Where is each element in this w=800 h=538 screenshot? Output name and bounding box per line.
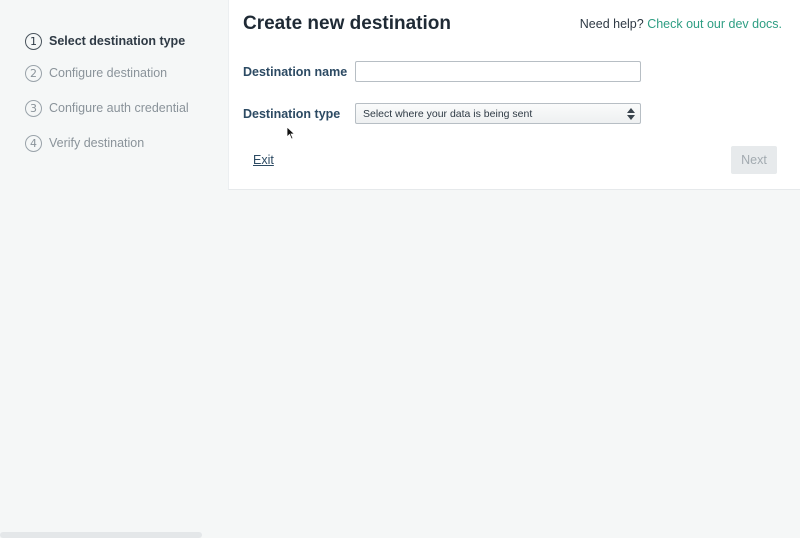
destination-type-selected-value: Select where your data is being sent (363, 107, 533, 120)
destination-type-label: Destination type (243, 107, 341, 121)
step-label: Verify destination (49, 136, 145, 150)
step-number-badge: 4 (25, 134, 42, 152)
step-number-badge: 2 (25, 64, 42, 82)
step-number-badge: 1 (25, 32, 42, 50)
horizontal-scrollbar[interactable] (0, 532, 800, 538)
destination-name-input[interactable] (355, 61, 641, 82)
wizard-stepper: 1 Select destination type 2 Configure de… (0, 0, 228, 538)
destination-type-select[interactable]: Select where your data is being sent (355, 103, 641, 124)
select-arrows-icon (627, 108, 635, 120)
exit-link[interactable]: Exit (253, 153, 274, 167)
mouse-cursor-icon (286, 126, 296, 140)
destination-name-label: Destination name (243, 65, 348, 79)
step-verify-destination[interactable]: 4 Verify destination (25, 134, 144, 152)
page-title: Create new destination (243, 13, 451, 34)
help-section: Need help? Check out our dev docs. (580, 17, 782, 31)
step-configure-destination[interactable]: 2 Configure destination (25, 64, 167, 82)
step-select-destination-type[interactable]: 1 Select destination type (25, 32, 185, 50)
step-label: Configure destination (49, 66, 168, 80)
step-number-badge: 3 (25, 99, 42, 117)
step-label: Select destination type (49, 34, 186, 48)
dev-docs-link[interactable]: Check out our dev docs. (647, 17, 782, 31)
page: 1 Select destination type 2 Configure de… (0, 0, 800, 538)
step-label: Configure auth credential (49, 101, 189, 115)
scrollbar-thumb[interactable] (0, 532, 202, 538)
step-configure-auth-credential[interactable]: 3 Configure auth credential (25, 99, 189, 117)
help-text: Need help? (579, 17, 644, 31)
create-destination-card: Create new destination Need help? Check … (228, 0, 800, 190)
next-button[interactable]: Next (731, 146, 777, 174)
